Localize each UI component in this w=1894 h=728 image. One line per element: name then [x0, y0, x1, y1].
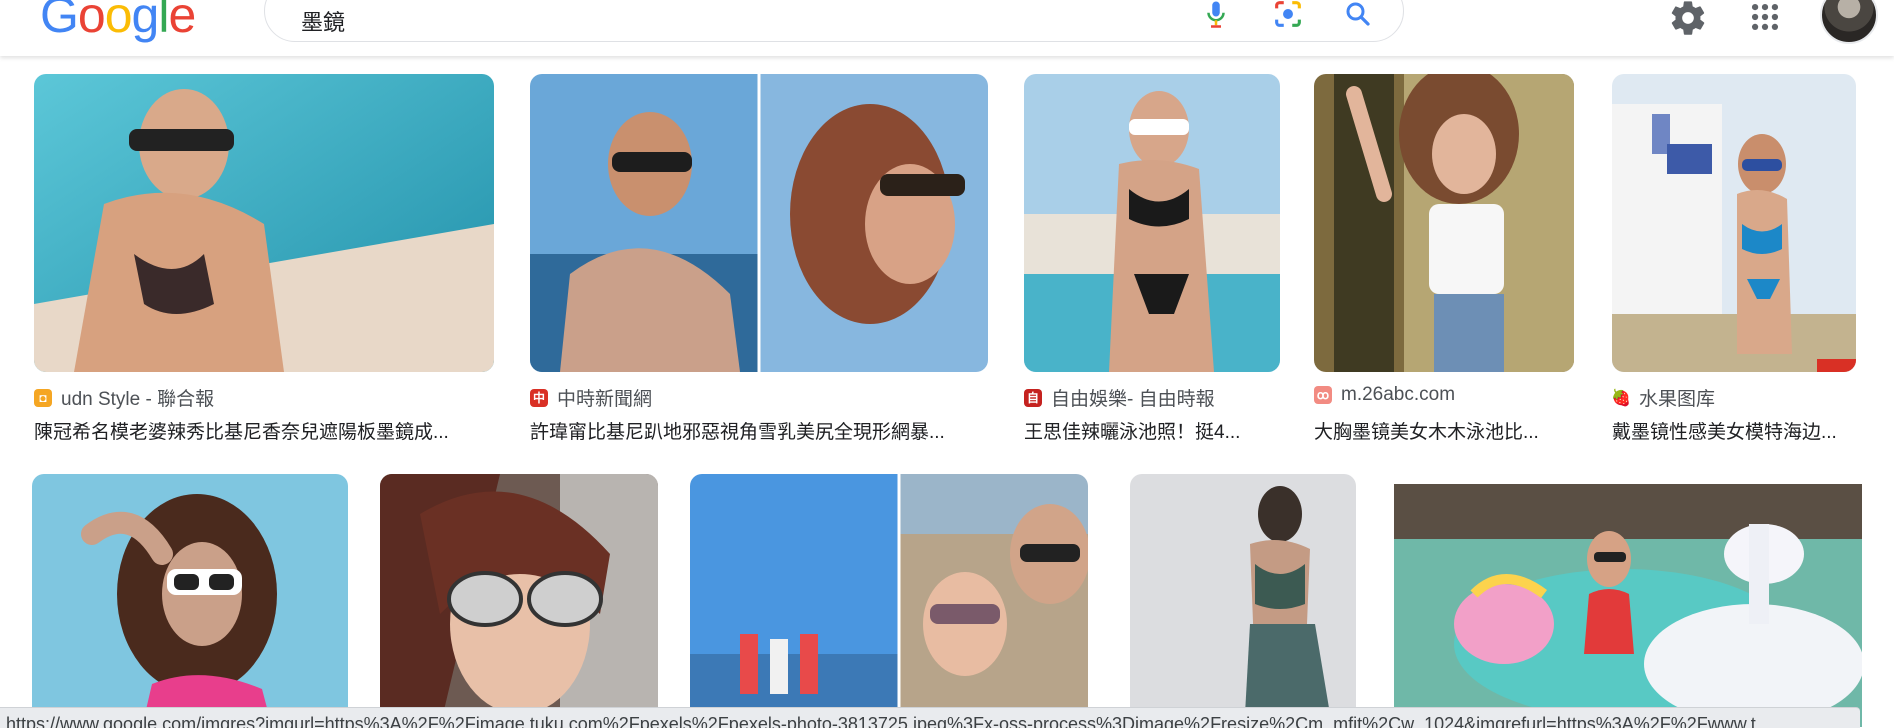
result-caption[interactable]: 戴墨镜性感美女模特海边... — [1612, 417, 1856, 444]
source-label: m.26abc.com — [1341, 384, 1456, 405]
apps-icon[interactable] — [1748, 0, 1782, 39]
status-url: https://www.google.com/imgres?imgurl=htt… — [6, 714, 1756, 728]
result-caption[interactable]: 大胸墨镜美女木木泳池比... — [1314, 417, 1574, 444]
favicon-icon: ꝏ — [1314, 386, 1332, 404]
result-caption[interactable]: 陳冠希名模老婆辣秀比基尼香奈兒遮陽板墨鏡成... — [34, 417, 494, 444]
result-image[interactable] — [1130, 474, 1356, 727]
search-box[interactable]: 墨鏡 — [264, 0, 1404, 42]
result-source: 中 中時新聞網 — [530, 384, 652, 411]
source-label: 水果图库 — [1639, 389, 1716, 410]
result-image[interactable] — [34, 74, 494, 372]
result-caption[interactable]: 王思佳辣曬泳池照！挺4... — [1024, 417, 1280, 444]
source-label: 自由娛樂- 自由時報 — [1051, 389, 1215, 410]
result-image[interactable] — [1024, 74, 1280, 372]
result-image[interactable] — [32, 474, 348, 727]
camera-icon[interactable] — [1271, 0, 1305, 31]
favicon-icon: ◘ — [34, 388, 52, 407]
result-source: 🍓 水果图库 — [1611, 384, 1716, 411]
result-image[interactable] — [1394, 484, 1862, 727]
result-image[interactable] — [690, 474, 1088, 727]
favicon-icon: 自 — [1024, 388, 1042, 407]
result-source: ꝏ m.26abc.com — [1314, 384, 1455, 406]
result-image[interactable] — [1612, 74, 1856, 372]
result-image[interactable] — [380, 474, 658, 727]
header: Google 墨鏡 — [0, 0, 1894, 56]
image-results-grid: ◘ udn Style - 聯合報 陳冠希名模老婆辣秀比基尼香奈兒遮陽板墨鏡成.… — [0, 0, 1894, 727]
result-image[interactable] — [1314, 74, 1574, 372]
source-label: 中時新聞網 — [557, 389, 653, 410]
strawberry-icon: 🍓 — [1611, 389, 1631, 407]
result-image[interactable] — [530, 74, 988, 372]
result-source: ◘ udn Style - 聯合報 — [34, 384, 214, 411]
google-logo[interactable]: Google — [40, 0, 196, 44]
result-caption[interactable]: 許瑋甯比基尼趴地邪惡視角雪乳美尻全現形網暴... — [530, 417, 988, 444]
mic-icon[interactable] — [1201, 0, 1231, 29]
result-source: 自 自由娛樂- 自由時報 — [1024, 384, 1215, 411]
status-bar: https://www.google.com/imgres?imgurl=htt… — [0, 707, 1860, 728]
settings-icon[interactable] — [1668, 0, 1708, 43]
source-label: udn Style - 聯合報 — [61, 389, 215, 410]
search-input[interactable]: 墨鏡 — [301, 5, 345, 37]
avatar[interactable] — [1820, 0, 1878, 44]
search-icon[interactable] — [1343, 0, 1373, 29]
favicon-icon: 中 — [530, 388, 548, 407]
